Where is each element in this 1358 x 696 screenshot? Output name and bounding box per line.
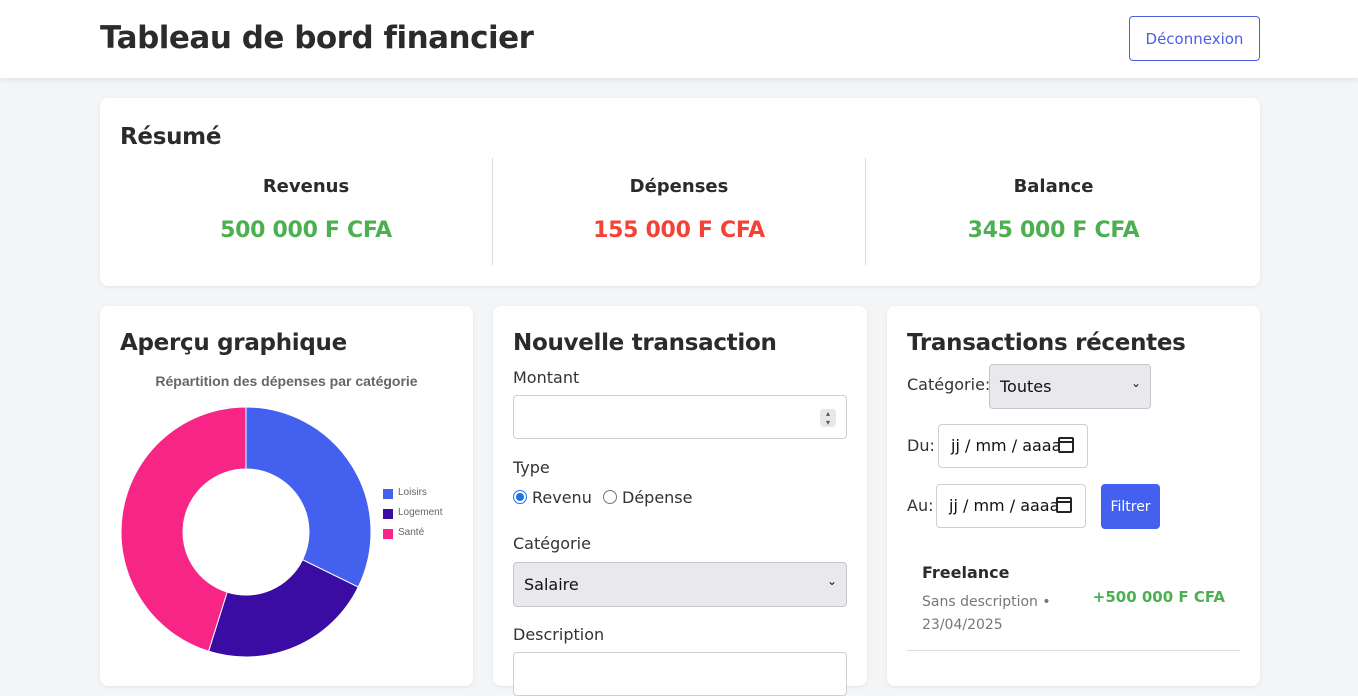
summary-income: Revenus 500 000 F CFA [120,158,493,265]
transaction-name: Freelance [922,563,1010,582]
balance-label: Balance [1013,176,1094,197]
radio-depense-label[interactable]: Dépense [622,488,692,507]
legend-swatch [383,489,393,499]
income-label: Revenus [262,176,350,197]
description-label: Description [513,625,605,644]
calendar-icon[interactable] [1058,437,1074,453]
from-date-placeholder: jj / mm / aaaa [951,436,1062,455]
category-label: Catégorie [513,534,591,553]
balance-value: 345 000 F CFA [967,218,1140,243]
donut-slice-loisirs [245,406,372,588]
legend-swatch [383,529,393,539]
page-title: Tableau de bord financier [100,20,534,56]
expenses-label: Dépenses [629,176,729,197]
category-select[interactable]: Salaire ⌄ [513,562,847,607]
new-transaction-card: Nouvelle transaction Montant ▴ ▾ Type Rev… [493,306,867,696]
legend-swatch [383,509,393,519]
filter-button[interactable]: Filtrer [1101,484,1160,529]
recent-transactions-card: Transactions récentes Catégorie: Toutes … [887,306,1260,686]
legend-label: Logement [398,507,443,518]
number-spinner-icon[interactable]: ▴ ▾ [820,409,836,427]
category-select-value: Salaire [524,575,579,594]
from-date-label: Du: [907,436,935,455]
logout-button[interactable]: Déconnexion [1129,16,1260,61]
filter-category-value: Toutes [1000,377,1052,396]
to-date-placeholder: jj / mm / aaaa [949,496,1060,515]
to-date-label: Au: [907,496,934,515]
top-header: Tableau de bord financier Déconnexion [0,0,1358,78]
legend-label: Loisirs [398,487,427,498]
chevron-down-icon: ⌄ [826,574,837,588]
radio-depense[interactable] [603,490,617,504]
from-date-input[interactable]: jj / mm / aaaa [938,424,1088,468]
summary-balance: Balance 345 000 F CFA [867,158,1240,265]
chevron-down-icon: ⌄ [1130,376,1141,390]
transaction-amount: +500 000 F CFA [1092,588,1225,606]
summary-card: Résumé Revenus 500 000 F CFA Dépenses 15… [100,98,1260,286]
form-title: Nouvelle transaction [513,330,777,356]
to-date-input[interactable]: jj / mm / aaaa [936,484,1086,528]
filter-category-select[interactable]: Toutes ⌄ [989,364,1151,409]
radio-revenu-label[interactable]: Revenu [532,488,592,507]
transaction-description: Sans description • 23/04/2025 [922,594,1051,633]
transactions-title: Transactions récentes [907,330,1186,356]
transaction-item[interactable]: Freelance Sans description • 23/04/2025 … [907,550,1240,651]
summary-title: Résumé [120,124,222,150]
calendar-icon[interactable] [1056,497,1072,513]
description-input[interactable] [513,652,847,696]
radio-revenu[interactable] [513,490,527,504]
income-value: 500 000 F CFA [220,218,392,243]
chart-card: Aperçu graphique Répartition des dépense… [100,306,473,686]
type-label: Type [513,458,550,477]
summary-expenses: Dépenses 155 000 F CFA [493,158,866,265]
amount-input[interactable]: ▴ ▾ [513,395,847,439]
filter-category-label: Catégorie: [907,375,991,394]
expenses-value: 155 000 F CFA [593,218,765,243]
amount-label: Montant [513,368,580,387]
legend-label: Santé [398,527,425,538]
